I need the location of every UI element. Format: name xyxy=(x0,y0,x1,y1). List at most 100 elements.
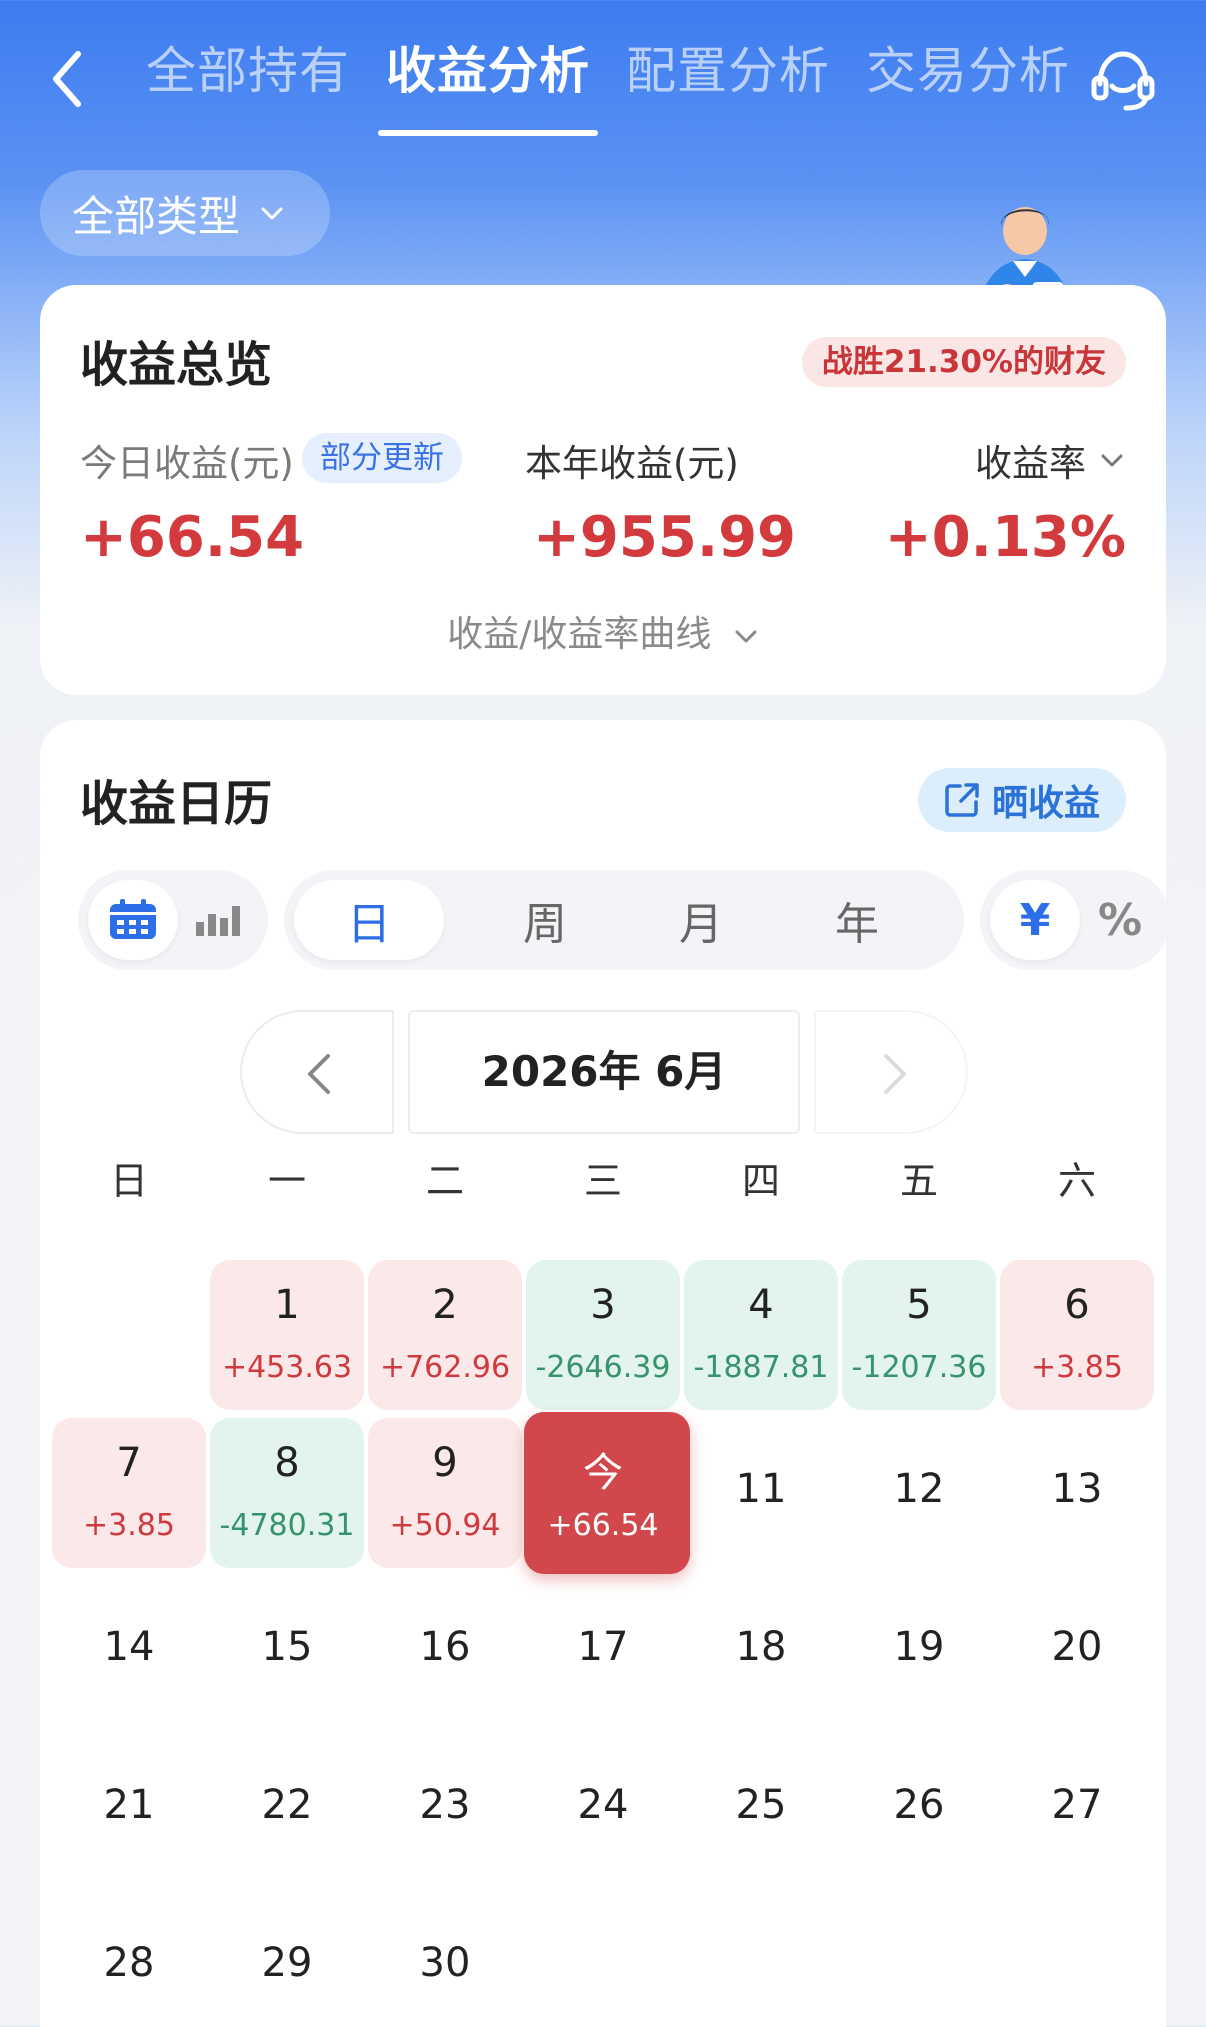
day-number: 21 xyxy=(103,1782,155,1828)
day-profit: -4780.31 xyxy=(219,1508,355,1543)
curve-toggle-label: 收益/收益率曲线 xyxy=(447,614,712,655)
top-nav: 全部持有 收益分析 配置分析 交易分析 xyxy=(0,0,1206,150)
calendar-day[interactable]: 20 xyxy=(998,1576,1156,1726)
day-number: 22 xyxy=(261,1782,313,1828)
day-number: 25 xyxy=(735,1782,787,1828)
calendar-empty-cell xyxy=(50,1260,208,1410)
calendar-day[interactable]: 22 xyxy=(208,1734,366,1884)
rate-selector[interactable]: 收益率 xyxy=(975,433,1126,487)
calendar-day[interactable]: 23 xyxy=(366,1734,524,1884)
calendar-day[interactable]: 3 -2646.39 xyxy=(524,1260,682,1410)
unit-percent[interactable]: % xyxy=(1080,880,1160,960)
day-number: 27 xyxy=(1051,1782,1103,1828)
day-number: 3 xyxy=(590,1282,616,1328)
weekday-label: 五 xyxy=(899,1159,938,1203)
bar-view-button[interactable] xyxy=(178,880,258,960)
calendar-day[interactable]: 11 xyxy=(682,1418,840,1568)
curve-toggle[interactable]: 收益/收益率曲线 xyxy=(40,605,1166,657)
calendar-day[interactable]: 4 -1887.81 xyxy=(682,1260,840,1410)
calendar-day[interactable]: 24 xyxy=(524,1734,682,1884)
calendar-day[interactable]: 1 +453.63 xyxy=(208,1260,366,1410)
today-profit-value: +66.54 xyxy=(80,505,305,570)
day-number: 2 xyxy=(432,1282,458,1328)
calendar-day[interactable]: 5 -1207.36 xyxy=(840,1260,998,1410)
type-filter-dropdown[interactable]: 全部类型 xyxy=(40,170,330,256)
year-profit-value: +955.99 xyxy=(533,505,797,570)
today-profit-label: 今日收益(元) xyxy=(80,442,294,485)
day-number: 26 xyxy=(893,1782,945,1828)
calendar-day[interactable]: 25 xyxy=(682,1734,840,1884)
calendar-day[interactable]: 13 xyxy=(998,1418,1156,1568)
day-profit: +762.96 xyxy=(379,1350,511,1385)
calendar-day[interactable]: 8 -4780.31 xyxy=(208,1418,366,1568)
customer-service-icon[interactable] xyxy=(1088,48,1158,112)
day-number: 18 xyxy=(735,1624,787,1670)
calendar-day[interactable]: 17 xyxy=(524,1576,682,1726)
next-month-button[interactable] xyxy=(814,1010,968,1134)
calendar-day[interactable]: 16 xyxy=(366,1576,524,1726)
calendar-day[interactable]: 27 xyxy=(998,1734,1156,1884)
day-number: 11 xyxy=(735,1466,787,1512)
period-month[interactable]: 月 xyxy=(626,880,776,960)
calendar-day[interactable]: 9 +50.94 xyxy=(366,1418,524,1568)
period-year[interactable]: 年 xyxy=(782,880,932,960)
prev-month-button[interactable] xyxy=(240,1010,394,1134)
calendar-day[interactable]: 2 +762.96 xyxy=(366,1260,524,1410)
rate-label: 收益率 xyxy=(975,442,1086,485)
unit-amount[interactable]: ¥ xyxy=(990,880,1080,960)
chevron-down-icon xyxy=(1101,454,1123,467)
calendar-icon xyxy=(110,899,156,939)
day-number: 23 xyxy=(419,1782,471,1828)
calendar-view-button[interactable] xyxy=(88,880,178,960)
weekday-label: 一 xyxy=(267,1159,306,1203)
day-number: 17 xyxy=(577,1624,629,1670)
day-profit: -2646.39 xyxy=(535,1350,671,1385)
profit-calendar-card: 收益日历 晒收益 日 周 月 年 ¥ % 2026年 6月 日 一 二 三 四 … xyxy=(40,720,1170,2027)
bar-chart-icon xyxy=(196,906,240,936)
unit-toggle: ¥ % xyxy=(980,870,1170,970)
calendar-day[interactable]: 12 xyxy=(840,1418,998,1568)
partial-update-badge[interactable]: 部分更新 xyxy=(302,433,462,483)
day-number: 29 xyxy=(261,1940,313,1986)
back-icon[interactable] xyxy=(44,44,94,114)
calendar-day[interactable]: 21 xyxy=(50,1734,208,1884)
weekday-label: 三 xyxy=(583,1159,622,1203)
calendar-title: 收益日历 xyxy=(80,776,273,832)
day-number: 20 xyxy=(1051,1624,1103,1670)
current-month-label[interactable]: 2026年 6月 xyxy=(408,1010,800,1134)
calendar-day[interactable]: 18 xyxy=(682,1576,840,1726)
type-filter-label: 全部类型 xyxy=(72,191,241,241)
calendar-day[interactable]: 7 +3.85 xyxy=(50,1418,208,1568)
year-profit-label: 本年收益(元) xyxy=(525,442,739,485)
share-profit-button[interactable]: 晒收益 xyxy=(917,768,1126,832)
chevron-down-icon xyxy=(261,207,283,220)
day-number: 14 xyxy=(103,1624,155,1670)
day-profit: +50.94 xyxy=(389,1508,501,1543)
overview-title: 收益总览 xyxy=(80,337,273,393)
day-number: 7 xyxy=(116,1440,142,1486)
calendar-day[interactable]: 26 xyxy=(840,1734,998,1884)
calendar-day[interactable]: 14 xyxy=(50,1576,208,1726)
calendar-day[interactable]: 29 xyxy=(208,1892,366,2027)
calendar-day[interactable]: 28 xyxy=(50,1892,208,2027)
day-number: 19 xyxy=(893,1624,945,1670)
period-week[interactable]: 周 xyxy=(470,880,620,960)
chevron-right-icon xyxy=(884,1054,906,1094)
period-day[interactable]: 日 xyxy=(294,880,444,960)
tab-all-holdings[interactable]: 全部持有 xyxy=(146,36,350,106)
calendar-day[interactable]: 6 +3.85 xyxy=(998,1260,1156,1410)
calendar-day[interactable]: 15 xyxy=(208,1576,366,1726)
calendar-day[interactable]: 30 xyxy=(366,1892,524,2027)
tab-allocation-analysis[interactable]: 配置分析 xyxy=(626,36,830,106)
calendar-day[interactable]: 19 xyxy=(840,1576,998,1726)
share-icon xyxy=(945,783,979,817)
day-profit: -1887.81 xyxy=(693,1350,829,1385)
calendar-day-today[interactable]: 今 +66.54 xyxy=(524,1412,690,1574)
period-toggle: 日 周 月 年 xyxy=(284,870,964,970)
tab-trade-analysis[interactable]: 交易分析 xyxy=(866,36,1070,106)
tab-profit-analysis[interactable]: 收益分析 xyxy=(378,36,598,136)
day-number: 30 xyxy=(419,1940,471,1986)
day-number: 8 xyxy=(274,1440,300,1486)
weekday-label: 六 xyxy=(1057,1159,1096,1203)
day-number: 4 xyxy=(748,1282,774,1328)
